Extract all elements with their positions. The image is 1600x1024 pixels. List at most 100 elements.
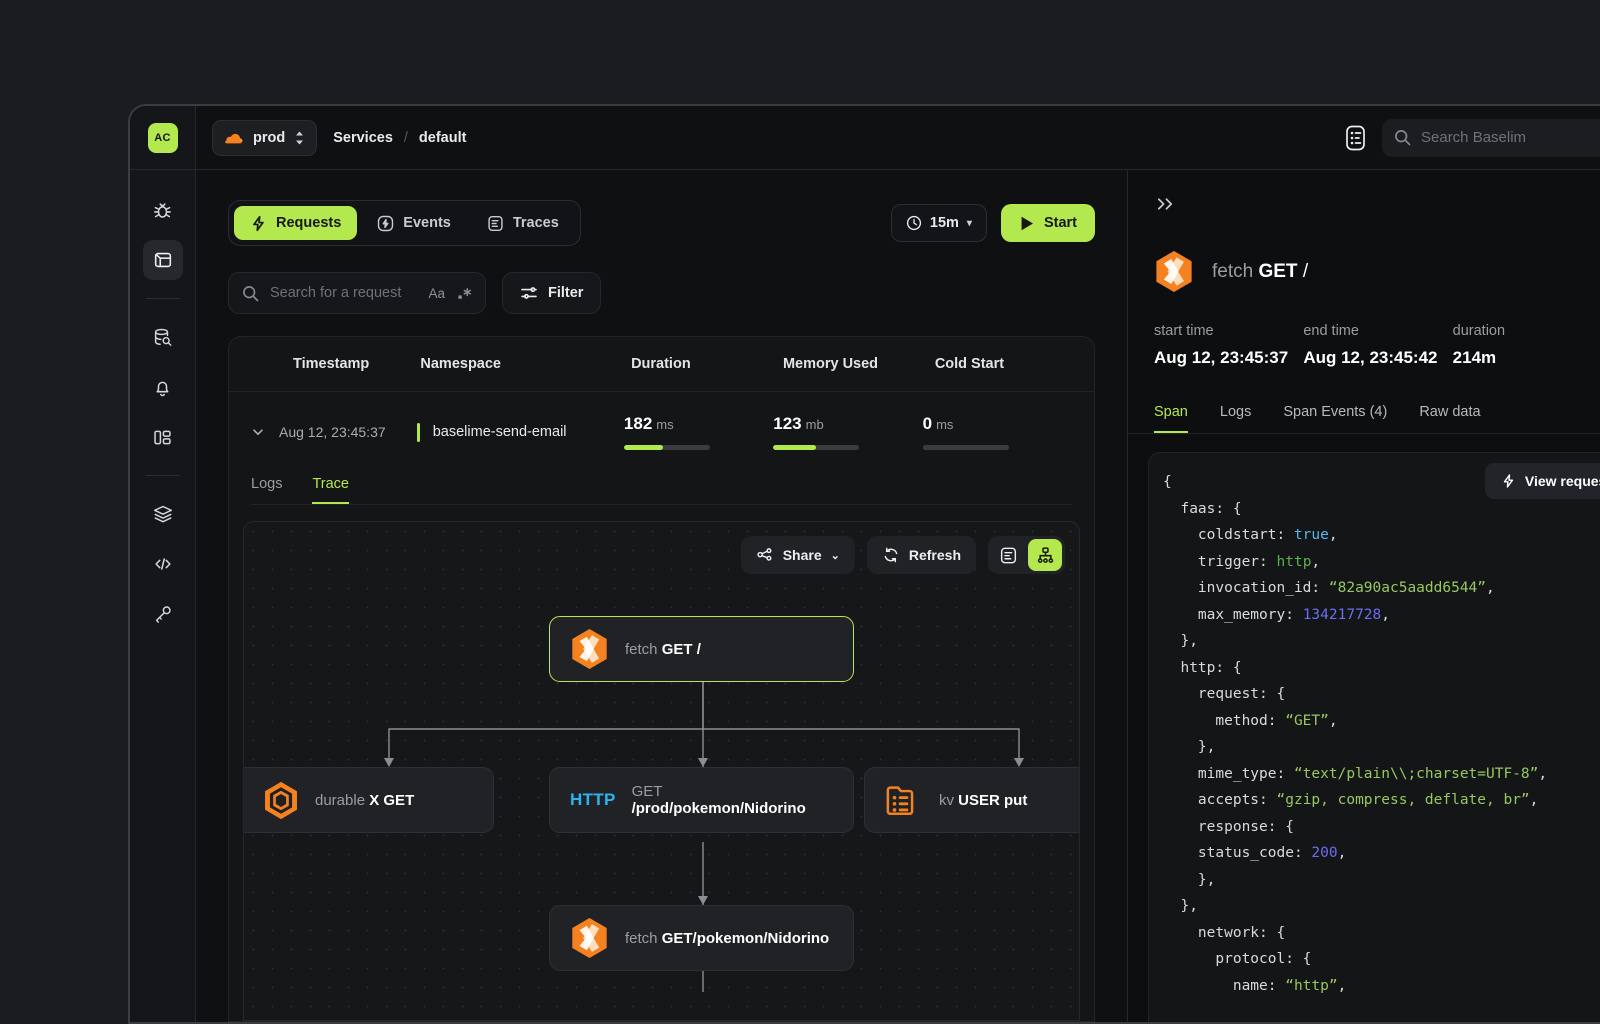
meta-end-time-value: Aug 12, 23:45:42 — [1303, 348, 1452, 368]
node-path: /pokemon/Nidorino — [693, 930, 830, 947]
span-title-bold: GET — [1258, 261, 1297, 282]
duration-unit: ms — [656, 417, 673, 432]
trace-node-durable[interactable]: durable X GET — [243, 767, 494, 833]
filter-button[interactable]: Filter — [502, 272, 601, 314]
trace-node-http[interactable]: HTTP GET /prod/pokemon/Nidorino — [549, 767, 854, 833]
node-path: /prod/pokemon/Nidorino — [632, 800, 806, 817]
sidebar-item-errors[interactable] — [143, 190, 183, 230]
lightning-icon — [1501, 473, 1516, 489]
span-title-text: fetch GET / — [1212, 261, 1308, 283]
column-memory-used: Memory Used — [783, 356, 935, 372]
column-namespace: Namespace — [420, 356, 631, 372]
trace-node-kv[interactable]: kv USER put — [864, 767, 1080, 833]
share-button[interactable]: Share ⌄ — [741, 536, 855, 574]
tab-span-events[interactable]: Span Events (4) — [1283, 404, 1387, 433]
environment-label: prod — [253, 130, 285, 146]
code-icon — [152, 553, 174, 575]
trace-canvas[interactable]: Share ⌄ Refresh — [243, 521, 1080, 1021]
tab-requests[interactable]: Requests — [234, 206, 357, 240]
meta-end-time: end time Aug 12, 23:45:42 — [1303, 323, 1452, 368]
filter-sliders-icon — [520, 284, 538, 302]
sidebar-item-alerts[interactable] — [143, 367, 183, 407]
sidebar-rail — [130, 170, 196, 1022]
chevron-double-right-icon[interactable] — [1128, 196, 1600, 212]
breadcrumb-default[interactable]: default — [419, 130, 467, 146]
kv-folder-icon — [885, 781, 923, 819]
match-case-icon[interactable]: Aa — [428, 286, 445, 301]
sidebar-item-queries[interactable] — [143, 317, 183, 357]
table-row[interactable]: Aug 12, 23:45:37 baselime-send-email 182… — [229, 392, 1094, 450]
subtab-logs[interactable]: Logs — [251, 476, 282, 504]
sidebar-item-code[interactable] — [143, 544, 183, 584]
meta-start-time-value: Aug 12, 23:45:37 — [1154, 348, 1303, 368]
search-icon — [242, 285, 259, 302]
span-title: fetch GET / — [1128, 212, 1600, 293]
time-range-label: 15m — [930, 215, 959, 231]
search-icon — [1394, 129, 1411, 146]
coldstart-unit: ms — [936, 417, 953, 432]
time-range-selector[interactable]: 15m ▾ — [891, 204, 987, 242]
subtab-trace[interactable]: Trace — [312, 476, 349, 504]
search-input[interactable]: Search for a request Aa — [228, 272, 486, 314]
baselime-hex-icon — [570, 917, 609, 959]
chevron-down-icon[interactable] — [251, 425, 265, 439]
refresh-button-label: Refresh — [909, 547, 961, 563]
lightning-icon — [250, 215, 267, 232]
tab-events[interactable]: Events — [361, 206, 467, 240]
sidebar-item-dashboards[interactable] — [143, 417, 183, 457]
chevron-down-icon: ▾ — [967, 218, 972, 229]
tab-events-label: Events — [403, 215, 451, 231]
column-duration: Duration — [631, 356, 783, 372]
cell-namespace: baselime-send-email — [417, 423, 624, 442]
span-tabs-divider — [1128, 433, 1600, 434]
list-view-icon[interactable] — [991, 539, 1025, 571]
meta-duration: duration 214m — [1453, 323, 1600, 368]
breadcrumb-services[interactable]: Services — [333, 130, 393, 146]
node-prefix: kv — [939, 792, 954, 809]
baselime-hex-icon — [1154, 250, 1194, 293]
run-controls: 15m ▾ Start — [891, 204, 1095, 242]
meta-duration-value: 214m — [1453, 348, 1600, 368]
rail-divider-1 — [146, 298, 180, 299]
app-window: AC prod Services / default — [128, 104, 1600, 1024]
start-button[interactable]: Start — [1001, 204, 1095, 242]
chevron-down-icon: ⌄ — [831, 549, 840, 562]
tab-span[interactable]: Span — [1154, 404, 1188, 433]
sidebar-item-services[interactable] — [143, 240, 183, 280]
span-tabs: Span Logs Span Events (4) Raw data — [1128, 368, 1600, 433]
view-request-button[interactable]: View request — [1485, 463, 1600, 499]
document-list-icon[interactable] — [1342, 123, 1368, 153]
share-button-label: Share — [783, 547, 822, 563]
trace-node-root[interactable]: fetch GET / — [549, 616, 854, 682]
http-tag: HTTP — [570, 790, 616, 810]
tab-requests-label: Requests — [276, 215, 341, 231]
main-content: Requests Events Trac — [196, 170, 1128, 1022]
node-prefix: fetch — [625, 641, 658, 658]
environment-selector[interactable]: prod — [212, 120, 317, 156]
avatar[interactable]: AC — [148, 123, 178, 153]
cell-timestamp: Aug 12, 23:45:37 — [251, 424, 417, 440]
tab-logs[interactable]: Logs — [1220, 404, 1251, 433]
top-bar-main: prod Services / default — [196, 106, 1600, 169]
sidebar-item-datasets[interactable] — [143, 494, 183, 534]
global-search[interactable]: Search Baselim — [1382, 119, 1600, 157]
node-prefix: GET — [632, 783, 663, 800]
node-path: / — [697, 641, 701, 658]
regex-icon[interactable] — [457, 286, 472, 301]
row-detail-tabs: Logs Trace — [229, 450, 1094, 504]
search-toolbar: Search for a request Aa Filter — [228, 272, 1095, 314]
brand-cell: AC — [130, 106, 196, 169]
refresh-button[interactable]: Refresh — [867, 536, 976, 574]
tree-view-icon[interactable] — [1028, 539, 1062, 571]
tab-traces[interactable]: Traces — [471, 206, 575, 240]
row-detail-tabs-divider — [251, 504, 1072, 505]
span-json-viewer[interactable]: View request { faas: { coldstart: true, … — [1148, 452, 1600, 1022]
sidebar-item-api-keys[interactable] — [143, 594, 183, 634]
tab-raw-data[interactable]: Raw data — [1419, 404, 1480, 433]
cloudflare-cloud-icon — [224, 131, 244, 145]
span-json-code: { faas: { coldstart: true, trigger: http… — [1149, 469, 1600, 999]
trace-node-child-fetch[interactable]: fetch GET/pokemon/Nidorino — [549, 905, 854, 971]
database-search-icon — [152, 327, 173, 348]
meta-duration-label: duration — [1453, 323, 1600, 339]
global-search-placeholder: Search Baselim — [1421, 129, 1526, 146]
